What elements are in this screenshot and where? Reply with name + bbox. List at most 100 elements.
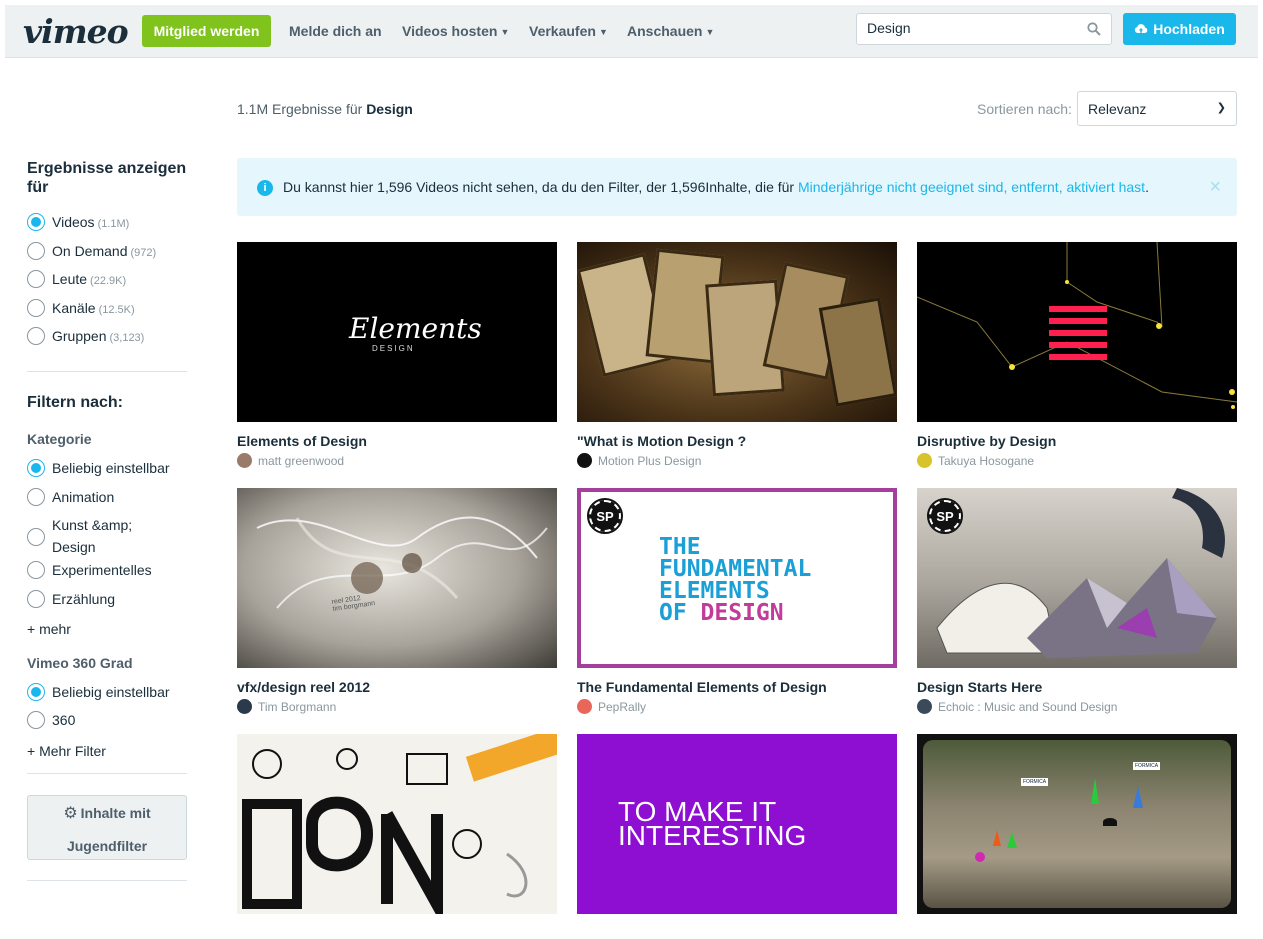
type-option-videos[interactable]: Videos (1.1M) <box>27 211 129 235</box>
video-card[interactable]: Disruptive by Design Takuya Hosogane <box>917 242 1237 468</box>
video-card[interactable]: TO MAKE IT INTERESTING <box>577 734 897 914</box>
vr-option-any[interactable]: Beliebig einstellbar <box>27 681 170 703</box>
video-author[interactable]: PepRally <box>577 699 897 714</box>
search-icon[interactable] <box>1087 22 1101 36</box>
video-title[interactable]: Disruptive by Design <box>917 433 1237 449</box>
upload-button[interactable]: Hochladen <box>1123 13 1236 45</box>
video-thumbnail[interactable] <box>237 734 557 914</box>
video-thumbnail[interactable]: TO MAKE IT INTERESTING <box>577 734 897 914</box>
video-thumbnail[interactable]: reel 2012 tim borgmann <box>237 488 557 668</box>
category-option-narrative[interactable]: Erzählung <box>27 588 115 610</box>
category-title: Kategorie <box>27 431 92 447</box>
nav-watch[interactable]: Anschauen ▼ <box>627 23 714 39</box>
video-thumbnail[interactable]: Elements DESIGN <box>237 242 557 422</box>
nav-sell[interactable]: Verkaufen ▼ <box>529 23 608 39</box>
sort-select[interactable]: Relevanz ❯ <box>1077 91 1237 126</box>
type-count: (3,123) <box>109 332 145 344</box>
video-author[interactable]: Echoic : Music and Sound Design <box>917 699 1237 714</box>
video-card[interactable]: FORMICA FORMICA <box>917 734 1237 914</box>
category-option-any[interactable]: Beliebig einstellbar <box>27 457 170 479</box>
headline-line-4b: DESIGN <box>700 600 784 626</box>
type-label: Kanäle <box>52 300 96 316</box>
sign-label: FORMICA <box>1021 778 1049 786</box>
video-thumbnail[interactable] <box>577 242 897 422</box>
radio-button[interactable] <box>27 711 45 729</box>
youth-filter-label-2: Jugendfilter <box>66 838 148 854</box>
video-author[interactable]: matt greenwood <box>237 453 557 468</box>
type-count: (22.9K) <box>90 275 127 287</box>
sort-value: Relevanz <box>1088 101 1147 117</box>
abstract-lines-image <box>917 242 1237 409</box>
video-thumbnail[interactable] <box>917 242 1237 422</box>
avatar <box>917 699 932 714</box>
category-option-animation[interactable]: Animation <box>27 486 114 508</box>
type-option-groups[interactable]: Gruppen (3,123) <box>27 325 144 349</box>
radio-button[interactable] <box>27 590 45 608</box>
close-icon[interactable]: × <box>1209 176 1221 199</box>
video-card[interactable] <box>237 734 557 914</box>
radio-button[interactable] <box>27 488 45 506</box>
type-option-on-demand[interactable]: On Demand (972) <box>27 240 156 264</box>
notice-end: . <box>1145 179 1149 195</box>
radio-button[interactable] <box>27 561 45 579</box>
headline-line-2: FUNDAMENTAL <box>659 556 812 582</box>
radio-button[interactable] <box>27 459 45 477</box>
type-count: (12.5K) <box>98 304 135 316</box>
radio-button[interactable] <box>27 213 45 231</box>
radio-button[interactable] <box>27 299 45 317</box>
search-field[interactable] <box>856 13 1112 45</box>
illustrated-doodle-image <box>242 734 557 914</box>
radio-button[interactable] <box>27 683 45 701</box>
radio-button[interactable] <box>27 528 45 546</box>
category-option-art-design[interactable]: Kunst &amp; Design <box>27 514 147 558</box>
join-button[interactable]: Mitglied werden <box>142 15 271 47</box>
vr-option-360[interactable]: 360 <box>27 709 75 731</box>
video-thumbnail[interactable]: SP THE FUNDAMENTAL ELEMENTS OF DESIGN <box>577 488 897 668</box>
video-thumbnail[interactable]: FORMICA FORMICA <box>917 734 1237 914</box>
chevron-down-icon: ▼ <box>500 27 510 37</box>
video-title[interactable]: The Fundamental Elements of Design <box>577 679 897 695</box>
radio-button[interactable] <box>27 242 45 260</box>
chevron-down-icon: ▼ <box>598 27 608 37</box>
type-option-people[interactable]: Leute (22.9K) <box>27 268 126 292</box>
notice-link[interactable]: Minderjährige nicht geeignet sind, entfe… <box>798 179 1145 195</box>
thumbnail-logo-text: Elements <box>349 312 482 345</box>
search-input[interactable] <box>867 20 1077 36</box>
headline-line-4a: OF <box>659 600 701 626</box>
video-card[interactable]: SP THE FUNDAMENTAL ELEMENTS OF DESIGN Th… <box>577 488 897 714</box>
filter-title: Filtern nach: <box>27 394 124 411</box>
youth-filter-button[interactable]: ⚙ Inhalte mit Jugendfilter <box>27 795 187 860</box>
chevron-down-icon: ❯ <box>1216 102 1226 114</box>
thumbnail-headline: THE FUNDAMENTAL ELEMENTS OF DESIGN <box>659 536 812 626</box>
dome-shape <box>1103 818 1117 826</box>
radio-button[interactable] <box>27 270 45 288</box>
video-card[interactable]: "What is Motion Design ? Motion Plus Des… <box>577 242 897 468</box>
video-card[interactable]: Elements DESIGN Elements of Design matt … <box>237 242 557 468</box>
video-card[interactable]: SP Design Starts Here Echoic : Music and… <box>917 488 1237 714</box>
vr-label: 360 <box>52 712 76 728</box>
type-option-channels[interactable]: Kanäle (12.5K) <box>27 297 135 321</box>
avatar <box>237 453 252 468</box>
show-results-title: Ergebnisse anzeigen für <box>27 160 187 196</box>
video-title[interactable]: vfx/design reel 2012 <box>237 679 557 695</box>
video-thumbnail[interactable]: SP <box>917 488 1237 668</box>
video-card[interactable]: reel 2012 tim borgmann vfx/design reel 20… <box>237 488 557 714</box>
type-label: Leute <box>52 271 88 287</box>
category-option-experimental[interactable]: Experimentelles <box>27 559 152 581</box>
video-title[interactable]: Elements of Design <box>237 433 557 449</box>
organic-sculpture-image <box>256 516 548 609</box>
video-author[interactable]: Motion Plus Design <box>577 453 897 468</box>
nav-sell-label: Verkaufen <box>529 23 596 39</box>
nav-host-videos[interactable]: Videos hosten ▼ <box>402 23 509 39</box>
nav-login[interactable]: Melde dich an <box>289 23 382 39</box>
sidebar-divider <box>27 371 187 372</box>
more-filters-link[interactable]: + Mehr Filter <box>27 743 106 759</box>
video-author[interactable]: Takuya Hosogane <box>917 453 1237 468</box>
video-title[interactable]: Design Starts Here <box>917 679 1237 695</box>
video-title[interactable]: "What is Motion Design ? <box>577 433 897 449</box>
radio-button[interactable] <box>27 327 45 345</box>
video-author[interactable]: Tim Borgmann <box>237 699 557 714</box>
category-label: Experimentelles <box>52 562 152 578</box>
more-categories-link[interactable]: + mehr <box>27 621 71 637</box>
vimeo-logo[interactable]: vimeo <box>23 12 129 51</box>
